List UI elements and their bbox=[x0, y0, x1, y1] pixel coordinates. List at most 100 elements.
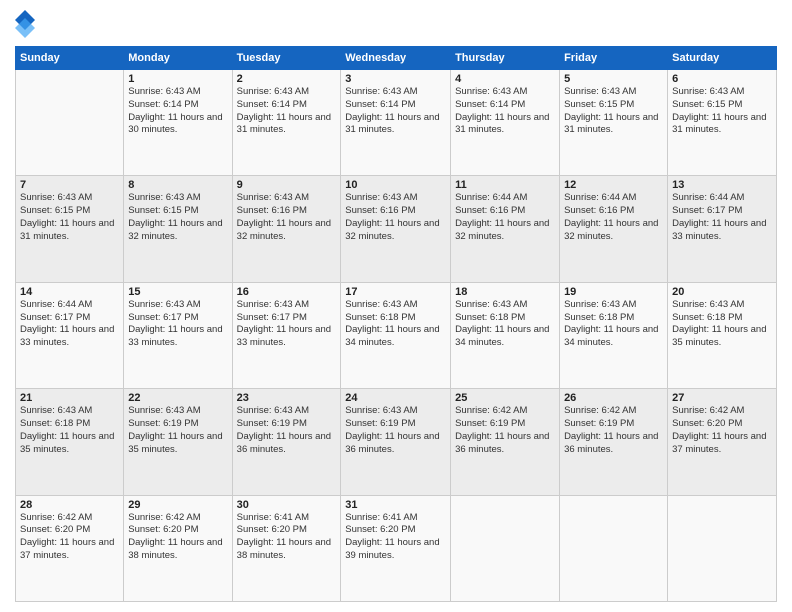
day-header-thursday: Thursday bbox=[451, 47, 560, 70]
calendar-cell: 23Sunrise: 6:43 AMSunset: 6:19 PMDayligh… bbox=[232, 389, 341, 495]
day-info: Sunrise: 6:42 AMSunset: 6:20 PMDaylight:… bbox=[128, 512, 227, 563]
day-number: 25 bbox=[455, 392, 555, 404]
day-info: Sunrise: 6:43 AMSunset: 6:19 PMDaylight:… bbox=[237, 405, 337, 456]
day-info: Sunrise: 6:44 AMSunset: 6:16 PMDaylight:… bbox=[564, 192, 663, 243]
calendar-cell: 1Sunrise: 6:43 AMSunset: 6:14 PMDaylight… bbox=[124, 70, 232, 176]
day-info: Sunrise: 6:42 AMSunset: 6:20 PMDaylight:… bbox=[20, 512, 119, 563]
day-info: Sunrise: 6:43 AMSunset: 6:19 PMDaylight:… bbox=[128, 405, 227, 456]
calendar-cell: 21Sunrise: 6:43 AMSunset: 6:18 PMDayligh… bbox=[16, 389, 124, 495]
day-info: Sunrise: 6:44 AMSunset: 6:16 PMDaylight:… bbox=[455, 192, 555, 243]
calendar-cell: 28Sunrise: 6:42 AMSunset: 6:20 PMDayligh… bbox=[16, 495, 124, 601]
day-info: Sunrise: 6:44 AMSunset: 6:17 PMDaylight:… bbox=[672, 192, 772, 243]
calendar-cell: 4Sunrise: 6:43 AMSunset: 6:14 PMDaylight… bbox=[451, 70, 560, 176]
day-info: Sunrise: 6:42 AMSunset: 6:20 PMDaylight:… bbox=[672, 405, 772, 456]
calendar-cell bbox=[16, 70, 124, 176]
day-info: Sunrise: 6:43 AMSunset: 6:19 PMDaylight:… bbox=[345, 405, 446, 456]
day-number: 26 bbox=[564, 392, 663, 404]
day-info: Sunrise: 6:43 AMSunset: 6:14 PMDaylight:… bbox=[345, 86, 446, 137]
day-header-sunday: Sunday bbox=[16, 47, 124, 70]
day-info: Sunrise: 6:43 AMSunset: 6:17 PMDaylight:… bbox=[128, 299, 227, 350]
calendar-cell: 30Sunrise: 6:41 AMSunset: 6:20 PMDayligh… bbox=[232, 495, 341, 601]
day-number: 10 bbox=[345, 179, 446, 191]
day-info: Sunrise: 6:41 AMSunset: 6:20 PMDaylight:… bbox=[345, 512, 446, 563]
day-info: Sunrise: 6:42 AMSunset: 6:19 PMDaylight:… bbox=[564, 405, 663, 456]
day-number: 6 bbox=[672, 73, 772, 85]
day-number: 30 bbox=[237, 499, 337, 511]
calendar-cell: 31Sunrise: 6:41 AMSunset: 6:20 PMDayligh… bbox=[341, 495, 451, 601]
calendar-cell: 22Sunrise: 6:43 AMSunset: 6:19 PMDayligh… bbox=[124, 389, 232, 495]
calendar-cell: 19Sunrise: 6:43 AMSunset: 6:18 PMDayligh… bbox=[560, 282, 668, 388]
day-info: Sunrise: 6:43 AMSunset: 6:15 PMDaylight:… bbox=[20, 192, 119, 243]
day-number: 20 bbox=[672, 286, 772, 298]
calendar-cell: 10Sunrise: 6:43 AMSunset: 6:16 PMDayligh… bbox=[341, 176, 451, 282]
day-number: 5 bbox=[564, 73, 663, 85]
day-info: Sunrise: 6:43 AMSunset: 6:18 PMDaylight:… bbox=[564, 299, 663, 350]
calendar-cell: 27Sunrise: 6:42 AMSunset: 6:20 PMDayligh… bbox=[668, 389, 777, 495]
day-number: 17 bbox=[345, 286, 446, 298]
day-number: 9 bbox=[237, 179, 337, 191]
day-number: 7 bbox=[20, 179, 119, 191]
calendar-cell: 16Sunrise: 6:43 AMSunset: 6:17 PMDayligh… bbox=[232, 282, 341, 388]
day-info: Sunrise: 6:43 AMSunset: 6:14 PMDaylight:… bbox=[455, 86, 555, 137]
day-number: 14 bbox=[20, 286, 119, 298]
calendar-cell: 24Sunrise: 6:43 AMSunset: 6:19 PMDayligh… bbox=[341, 389, 451, 495]
day-number: 23 bbox=[237, 392, 337, 404]
calendar-cell: 20Sunrise: 6:43 AMSunset: 6:18 PMDayligh… bbox=[668, 282, 777, 388]
day-info: Sunrise: 6:43 AMSunset: 6:15 PMDaylight:… bbox=[128, 192, 227, 243]
day-info: Sunrise: 6:43 AMSunset: 6:17 PMDaylight:… bbox=[237, 299, 337, 350]
day-number: 27 bbox=[672, 392, 772, 404]
day-info: Sunrise: 6:43 AMSunset: 6:18 PMDaylight:… bbox=[20, 405, 119, 456]
calendar-cell: 2Sunrise: 6:43 AMSunset: 6:14 PMDaylight… bbox=[232, 70, 341, 176]
day-header-monday: Monday bbox=[124, 47, 232, 70]
page: SundayMondayTuesdayWednesdayThursdayFrid… bbox=[0, 0, 792, 612]
calendar-cell: 8Sunrise: 6:43 AMSunset: 6:15 PMDaylight… bbox=[124, 176, 232, 282]
day-info: Sunrise: 6:43 AMSunset: 6:15 PMDaylight:… bbox=[672, 86, 772, 137]
day-number: 21 bbox=[20, 392, 119, 404]
calendar-cell: 26Sunrise: 6:42 AMSunset: 6:19 PMDayligh… bbox=[560, 389, 668, 495]
calendar-cell: 6Sunrise: 6:43 AMSunset: 6:15 PMDaylight… bbox=[668, 70, 777, 176]
day-info: Sunrise: 6:43 AMSunset: 6:15 PMDaylight:… bbox=[564, 86, 663, 137]
day-number: 19 bbox=[564, 286, 663, 298]
calendar-cell: 14Sunrise: 6:44 AMSunset: 6:17 PMDayligh… bbox=[16, 282, 124, 388]
day-number: 22 bbox=[128, 392, 227, 404]
day-info: Sunrise: 6:43 AMSunset: 6:18 PMDaylight:… bbox=[672, 299, 772, 350]
calendar-cell: 12Sunrise: 6:44 AMSunset: 6:16 PMDayligh… bbox=[560, 176, 668, 282]
day-info: Sunrise: 6:43 AMSunset: 6:18 PMDaylight:… bbox=[455, 299, 555, 350]
calendar-cell: 11Sunrise: 6:44 AMSunset: 6:16 PMDayligh… bbox=[451, 176, 560, 282]
calendar-cell: 17Sunrise: 6:43 AMSunset: 6:18 PMDayligh… bbox=[341, 282, 451, 388]
day-number: 3 bbox=[345, 73, 446, 85]
day-number: 4 bbox=[455, 73, 555, 85]
day-header-wednesday: Wednesday bbox=[341, 47, 451, 70]
day-info: Sunrise: 6:43 AMSunset: 6:14 PMDaylight:… bbox=[237, 86, 337, 137]
day-info: Sunrise: 6:41 AMSunset: 6:20 PMDaylight:… bbox=[237, 512, 337, 563]
calendar-cell: 5Sunrise: 6:43 AMSunset: 6:15 PMDaylight… bbox=[560, 70, 668, 176]
day-info: Sunrise: 6:43 AMSunset: 6:16 PMDaylight:… bbox=[345, 192, 446, 243]
calendar-cell: 29Sunrise: 6:42 AMSunset: 6:20 PMDayligh… bbox=[124, 495, 232, 601]
header bbox=[15, 10, 777, 38]
calendar-cell: 7Sunrise: 6:43 AMSunset: 6:15 PMDaylight… bbox=[16, 176, 124, 282]
day-number: 8 bbox=[128, 179, 227, 191]
day-number: 16 bbox=[237, 286, 337, 298]
day-number: 15 bbox=[128, 286, 227, 298]
day-number: 12 bbox=[564, 179, 663, 191]
day-number: 1 bbox=[128, 73, 227, 85]
calendar-cell bbox=[560, 495, 668, 601]
day-info: Sunrise: 6:43 AMSunset: 6:16 PMDaylight:… bbox=[237, 192, 337, 243]
day-number: 28 bbox=[20, 499, 119, 511]
day-info: Sunrise: 6:43 AMSunset: 6:14 PMDaylight:… bbox=[128, 86, 227, 137]
day-number: 29 bbox=[128, 499, 227, 511]
day-number: 24 bbox=[345, 392, 446, 404]
day-info: Sunrise: 6:43 AMSunset: 6:18 PMDaylight:… bbox=[345, 299, 446, 350]
calendar-cell bbox=[451, 495, 560, 601]
day-number: 11 bbox=[455, 179, 555, 191]
day-number: 2 bbox=[237, 73, 337, 85]
calendar-cell: 9Sunrise: 6:43 AMSunset: 6:16 PMDaylight… bbox=[232, 176, 341, 282]
calendar: SundayMondayTuesdayWednesdayThursdayFrid… bbox=[15, 46, 777, 602]
calendar-cell: 25Sunrise: 6:42 AMSunset: 6:19 PMDayligh… bbox=[451, 389, 560, 495]
day-header-friday: Friday bbox=[560, 47, 668, 70]
day-number: 18 bbox=[455, 286, 555, 298]
day-header-tuesday: Tuesday bbox=[232, 47, 341, 70]
day-number: 13 bbox=[672, 179, 772, 191]
logo bbox=[15, 10, 39, 38]
day-info: Sunrise: 6:42 AMSunset: 6:19 PMDaylight:… bbox=[455, 405, 555, 456]
